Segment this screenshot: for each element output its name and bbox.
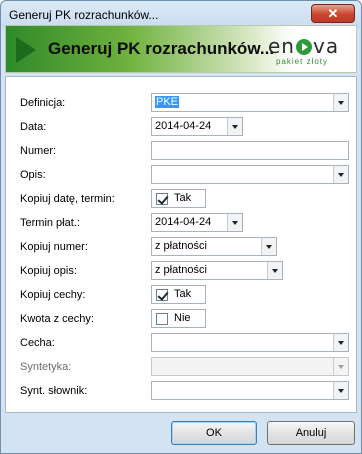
form-panel: Definicja: PKE Data: 2014-04-24 Numer: O… xyxy=(5,76,357,413)
checkmark-icon[interactable] xyxy=(156,289,168,301)
checkbox-empty-icon[interactable] xyxy=(156,313,168,325)
chevron-down-icon[interactable] xyxy=(333,94,348,111)
data-value: 2014-04-24 xyxy=(155,120,212,132)
logo-wordmark: en va xyxy=(268,34,340,58)
opis-select[interactable] xyxy=(151,165,349,184)
window-title: Generuj PK rozrachunków... xyxy=(9,8,159,22)
chevron-down-icon[interactable] xyxy=(267,262,282,279)
play-circle-icon xyxy=(295,39,312,55)
chevron-down-icon[interactable] xyxy=(227,118,242,135)
logo-subtitle: pakiet złoty xyxy=(276,57,329,66)
kopiuj-numer-value: z płatności xyxy=(155,240,207,252)
kopiuj-date-checkbox[interactable]: Tak xyxy=(151,189,206,208)
chevron-down-icon xyxy=(333,358,348,375)
chevron-down-icon[interactable] xyxy=(333,166,348,183)
kopiuj-cechy-label: Kopiuj cechy: xyxy=(20,289,86,301)
syntetyka-label: Syntetyka: xyxy=(20,361,72,373)
chevron-down-icon[interactable] xyxy=(333,382,348,399)
chevron-down-icon[interactable] xyxy=(333,334,348,351)
syntetyka-select xyxy=(151,357,349,376)
close-button[interactable]: ✕ xyxy=(311,4,355,23)
data-date-picker[interactable]: 2014-04-24 xyxy=(151,117,243,136)
numer-label: Numer: xyxy=(20,145,57,157)
kopiuj-date-label: Kopiuj datę, termin: xyxy=(20,193,115,205)
banner-title: Generuj PK rozrachunków... xyxy=(48,39,275,58)
synt-slownik-select[interactable] xyxy=(151,381,349,400)
kopiuj-opis-label: Kopiuj opis: xyxy=(20,265,77,277)
definicja-value: PKE xyxy=(155,96,180,108)
definicja-label: Definicja: xyxy=(20,97,66,109)
kopiuj-opis-value: z płatności xyxy=(155,264,207,276)
kopiuj-date-text: Tak xyxy=(174,192,192,204)
dialog-window: Generuj PK rozrachunków... ✕ Generuj PK … xyxy=(0,0,362,454)
definicja-select[interactable]: PKE xyxy=(151,93,349,112)
green-arrow-icon xyxy=(16,37,36,63)
cecha-select[interactable] xyxy=(151,333,349,352)
chevron-down-icon[interactable] xyxy=(261,238,276,255)
title-bar[interactable]: Generuj PK rozrachunków... ✕ xyxy=(1,1,361,28)
data-label: Data: xyxy=(20,121,47,133)
cecha-label: Cecha: xyxy=(20,337,55,349)
kopiuj-numer-select[interactable]: z płatności xyxy=(151,237,277,256)
cancel-button[interactable]: Anuluj xyxy=(267,421,355,445)
synt-slownik-label: Synt. słownik: xyxy=(20,385,88,397)
opis-label: Opis: xyxy=(20,169,46,181)
chevron-down-icon[interactable] xyxy=(227,214,242,231)
checkmark-icon[interactable] xyxy=(156,193,168,205)
kopiuj-cechy-checkbox[interactable]: Tak xyxy=(151,285,206,304)
kwota-z-cechy-label: Kwota z cechy: xyxy=(20,313,94,325)
kopiuj-cechy-text: Tak xyxy=(174,288,192,300)
numer-input[interactable] xyxy=(151,141,349,160)
termin-date-picker[interactable]: 2014-04-24 xyxy=(151,213,243,232)
ok-button[interactable]: OK xyxy=(171,421,257,445)
kwota-z-cechy-checkbox[interactable]: Nie xyxy=(151,309,206,328)
termin-label: Termin płat.: xyxy=(20,217,80,229)
header-banner: Generuj PK rozrachunków... en va pakiet z… xyxy=(5,25,357,73)
termin-value: 2014-04-24 xyxy=(155,216,212,228)
kopiuj-opis-select[interactable]: z płatności xyxy=(151,261,283,280)
kopiuj-numer-label: Kopiuj numer: xyxy=(20,241,88,253)
kwota-z-cechy-text: Nie xyxy=(174,312,191,324)
enova-logo: en va pakiet złoty xyxy=(268,34,346,68)
